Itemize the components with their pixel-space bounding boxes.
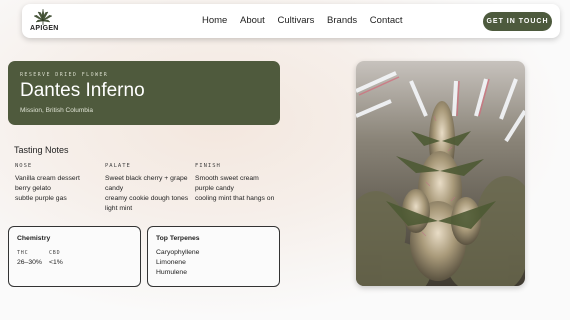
nose-label: NOSE [15, 163, 33, 169]
tasting-notes-heading: Tasting Notes [14, 145, 69, 155]
chemistry-heading: Chemistry [17, 235, 51, 242]
nav-links: Home About Cultivars Brands Contact [202, 15, 413, 26]
nav-link-about[interactable]: About [240, 15, 265, 26]
tasting-finish-column: FINISH Smooth sweet cream purple candy c… [195, 163, 285, 204]
finish-note: Smooth sweet cream [195, 175, 259, 182]
finish-label: FINISH [195, 163, 221, 169]
nav-link-home[interactable]: Home [202, 15, 227, 26]
palate-note: candy [105, 185, 124, 192]
product-category: RESERVE DRIED FLOWER [20, 72, 109, 78]
logo-text: APIGEN [30, 25, 59, 32]
terpene-item: Humulene [156, 269, 187, 276]
nav-link-cultivars[interactable]: Cultivars [277, 15, 314, 26]
palate-note: creamy cookie dough tones [105, 195, 189, 202]
terpenes-heading: Top Terpenes [156, 235, 200, 242]
top-nav: APIGEN Home About Cultivars Brands Conta… [22, 4, 560, 38]
tasting-nose-column: NOSE Vanilla cream dessert berry gelato … [15, 163, 105, 204]
cannabis-plant-photo [356, 61, 525, 286]
cannabis-leaf-icon [33, 8, 53, 25]
strain-hero-card: RESERVE DRIED FLOWER Dantes Inferno Miss… [8, 61, 280, 125]
finish-note: cooling mint that hangs on [195, 195, 275, 202]
nose-note: Vanilla cream dessert [15, 175, 80, 182]
nav-link-contact[interactable]: Contact [370, 15, 403, 26]
logo[interactable]: APIGEN [30, 8, 59, 36]
cbd-label: CBD [49, 250, 61, 256]
strain-title: Dantes Inferno [20, 80, 145, 101]
terpenes-card: Top Terpenes Caryophyllene Limonene Humu… [147, 226, 280, 287]
palate-label: PALATE [105, 163, 131, 169]
get-in-touch-button[interactable]: GET IN TOUCH [483, 12, 552, 31]
terpene-item: Limonene [156, 259, 186, 266]
nose-note: subtle purple gas [15, 195, 67, 202]
finish-note: purple candy [195, 185, 234, 192]
chemistry-card: Chemistry THC 26–30% CBD <1% [8, 226, 141, 287]
nose-note: berry gelato [15, 185, 51, 192]
strain-location: Mission, British Columbia [20, 107, 93, 114]
terpene-item: Caryophyllene [156, 249, 200, 256]
palate-note: Sweet black cherry + grape [105, 175, 188, 182]
palate-note: light mint [105, 205, 133, 212]
cbd-value: <1% [49, 259, 63, 266]
nav-link-brands[interactable]: Brands [327, 15, 357, 26]
thc-label: THC [17, 250, 29, 256]
grow-room-image [356, 61, 525, 286]
thc-value: 26–30% [17, 259, 42, 266]
tasting-palate-column: PALATE Sweet black cherry + grape candy … [105, 163, 195, 214]
